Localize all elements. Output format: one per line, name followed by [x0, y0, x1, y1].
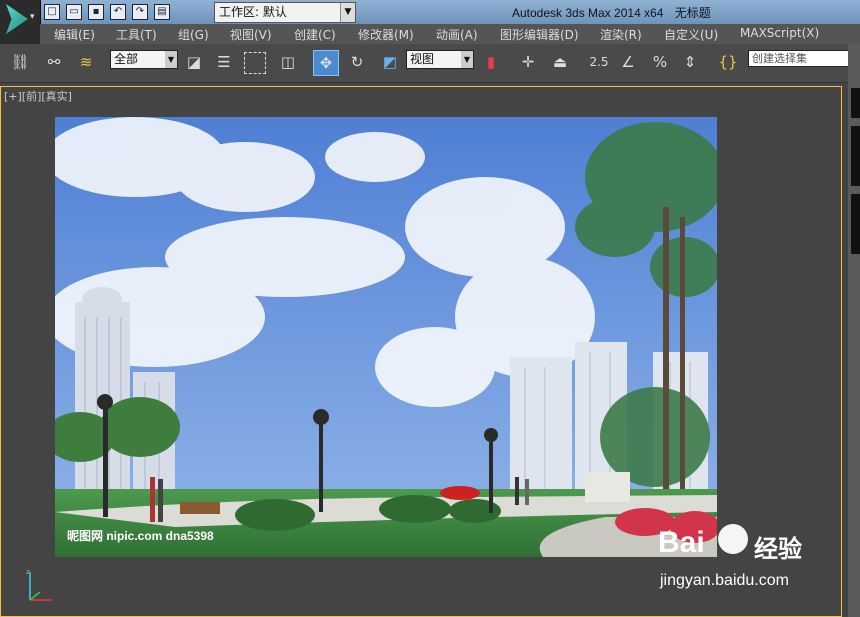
- spinner-snap-icon[interactable]: ⇕: [678, 50, 702, 74]
- snap-label: 2.5: [589, 55, 609, 69]
- workspace-label: 工作区: 默认: [219, 5, 287, 19]
- move-icon[interactable]: ✥: [313, 50, 339, 76]
- max-logo-icon: [6, 4, 28, 34]
- chevron-down-icon: ▾: [30, 12, 35, 22]
- chevron-down-icon: ▼: [340, 3, 355, 22]
- quick-access-toolbar: □ ▭ ▪ ↶ ↷ ▤: [44, 2, 170, 22]
- panel-section: [851, 194, 860, 254]
- window-crossing-icon[interactable]: ◫: [276, 50, 300, 74]
- window-title: Autodesk 3ds Max 2014 x64 无标题: [512, 4, 719, 21]
- keyboard-shortcut-icon[interactable]: ⏏: [548, 50, 572, 74]
- unlink-icon[interactable]: ⚯: [42, 50, 66, 74]
- viewport-background-image: 昵图网 nipic.com dna5398: [55, 117, 717, 557]
- pivot-icon[interactable]: ▮: [479, 50, 503, 74]
- percent-snap-icon[interactable]: %: [648, 50, 672, 74]
- workspace-dropdown[interactable]: 工作区: 默认 ▼: [214, 2, 356, 23]
- watermark-brand: Bai: [658, 526, 705, 559]
- menu-animation[interactable]: 动画(A): [436, 26, 478, 43]
- chevron-down-icon: ▼: [461, 51, 473, 68]
- viewport-label[interactable]: [+][前][真实]: [4, 88, 72, 104]
- svg-text:z: z: [26, 568, 30, 576]
- paw-icon: [718, 524, 748, 554]
- menu-rendering[interactable]: 渲染(R): [600, 26, 642, 43]
- snap-toggle-icon[interactable]: 2.5: [584, 50, 614, 74]
- panel-section: [851, 126, 860, 186]
- rect-region-icon[interactable]: [244, 52, 266, 74]
- watermark-brand-suffix: 经验: [754, 536, 802, 563]
- app-logo-button[interactable]: ▾: [0, 0, 41, 44]
- menu-create[interactable]: 创建(C): [294, 26, 336, 43]
- menu-modifiers[interactable]: 修改器(M): [358, 26, 414, 43]
- undo-icon[interactable]: ↶: [110, 4, 126, 20]
- link-icon[interactable]: ⛓: [8, 50, 32, 74]
- watermark-url: jingyan.baidu.com: [660, 572, 789, 589]
- menu-maxscript[interactable]: MAXScript(X): [740, 26, 819, 40]
- named-selection-input[interactable]: 创建选择集: [748, 50, 849, 67]
- select-object-icon[interactable]: ◪: [182, 50, 206, 74]
- open-file-icon[interactable]: ▭: [66, 4, 82, 20]
- menu-customize[interactable]: 自定义(U): [664, 26, 718, 43]
- angle-snap-icon[interactable]: ∠: [616, 50, 640, 74]
- new-file-icon[interactable]: □: [44, 4, 60, 20]
- manipulate-icon[interactable]: ✛: [516, 50, 540, 74]
- redo-icon[interactable]: ↷: [132, 4, 148, 20]
- bind-spacewarp-icon[interactable]: ≋: [74, 50, 98, 74]
- rotate-icon[interactable]: ↻: [345, 50, 369, 74]
- menu-edit[interactable]: 编辑(E): [54, 26, 95, 43]
- reference-coordinate-dropdown[interactable]: 视图 ▼: [406, 50, 474, 69]
- document-title: 无标题: [674, 6, 711, 20]
- menu-tools[interactable]: 工具(T): [116, 26, 157, 43]
- edit-named-sets-icon[interactable]: {}: [716, 50, 740, 74]
- picture-caption: 昵图网 nipic.com dna5398: [67, 529, 214, 543]
- main-toolbar: ⛓ ⚯ ≋ 全部 ▼ ◪ ☰ ◫ ✥ ↻ ◩ 视图 ▼ ▮ ✛ ⏏ 2.5 ∠ …: [0, 44, 850, 83]
- menu-graph-editors[interactable]: 图形编辑器(D): [500, 26, 579, 43]
- scale-icon[interactable]: ◩: [378, 50, 402, 74]
- app-title: Autodesk 3ds Max 2014 x64: [512, 6, 664, 20]
- reference-coordinate-value: 视图: [410, 52, 435, 66]
- menu-views[interactable]: 视图(V): [230, 26, 272, 43]
- save-icon[interactable]: ▪: [88, 4, 104, 20]
- axis-tripod-icon: z: [22, 566, 62, 606]
- project-folder-icon[interactable]: ▤: [154, 4, 170, 20]
- panel-section: [851, 88, 860, 118]
- chevron-down-icon: ▼: [165, 51, 177, 68]
- select-by-name-icon[interactable]: ☰: [212, 50, 236, 74]
- baidu-watermark: Bai 经验 jingyan.baidu.com: [630, 520, 860, 617]
- menu-group[interactable]: 组(G): [178, 26, 209, 43]
- menu-bar: 编辑(E) 工具(T) 组(G) 视图(V) 创建(C) 修改器(M) 动画(A…: [40, 24, 860, 44]
- selection-filter-value: 全部: [114, 52, 139, 66]
- selection-filter-dropdown[interactable]: 全部 ▼: [110, 50, 178, 69]
